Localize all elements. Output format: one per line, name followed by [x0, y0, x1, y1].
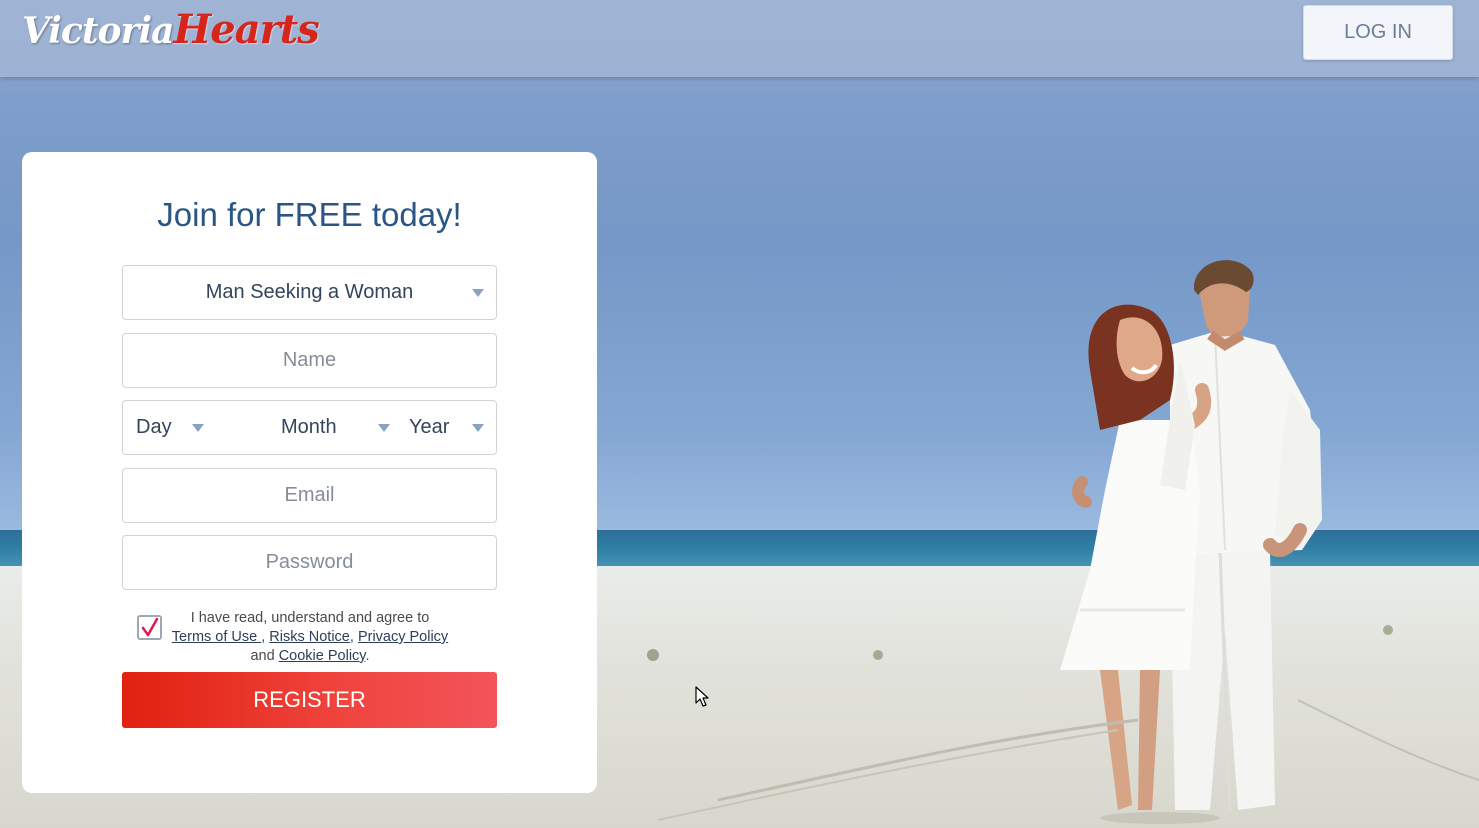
dob-month-label: Month	[281, 416, 337, 438]
cookie-policy-link[interactable]: Cookie Policy	[279, 648, 366, 664]
logo-word-hearts: Hearts	[173, 6, 320, 53]
dob-day-select[interactable]: Day	[136, 401, 216, 454]
date-of-birth-group: Day Month Year	[122, 400, 497, 455]
chevron-down-icon	[378, 424, 390, 432]
password-placeholder: Password	[265, 551, 354, 573]
dob-day-label: Day	[136, 416, 172, 438]
chevron-down-icon	[472, 289, 484, 297]
consent-checkbox[interactable]	[137, 615, 162, 640]
email-placeholder: Email	[284, 484, 335, 506]
seeking-select[interactable]: Man Seeking a Woman	[122, 265, 497, 320]
sand-tracks	[647, 625, 1479, 821]
dob-year-label: Year	[409, 416, 450, 438]
chevron-down-icon	[472, 424, 484, 432]
email-input[interactable]: Email	[122, 468, 497, 523]
consent-separator: ,	[349, 629, 358, 645]
consent-text: I have read, understand and agree to Ter…	[160, 609, 460, 666]
top-bar: VictoriaHearts LOG IN	[0, 0, 1479, 77]
register-button[interactable]: REGISTER	[122, 672, 497, 728]
name-placeholder: Name	[282, 349, 337, 371]
seeking-select-value: Man Seeking a Woman	[205, 281, 414, 303]
chevron-down-icon	[192, 424, 204, 432]
mouse-cursor-icon	[695, 686, 709, 707]
consent-intro: I have read, understand and agree to	[190, 610, 430, 626]
password-input[interactable]: Password	[122, 535, 497, 590]
consent-and: and	[250, 648, 279, 664]
log-in-button[interactable]: LOG IN	[1303, 5, 1453, 60]
dob-month-select[interactable]: Month	[281, 401, 401, 454]
logo-word-victoria: Victoria	[22, 10, 175, 52]
name-input[interactable]: Name	[122, 333, 497, 388]
signup-title: Join for FREE today!	[157, 196, 462, 233]
consent-period: .	[365, 648, 370, 664]
risks-notice-link[interactable]: Risks Notice	[269, 629, 350, 645]
dob-year-select[interactable]: Year	[409, 401, 495, 454]
privacy-policy-link[interactable]: Privacy Policy	[358, 629, 448, 645]
victoria-hearts-logo[interactable]: VictoriaHearts	[22, 6, 320, 60]
checkmark-icon	[141, 617, 159, 637]
terms-of-use-link[interactable]: Terms of Use	[172, 629, 261, 645]
